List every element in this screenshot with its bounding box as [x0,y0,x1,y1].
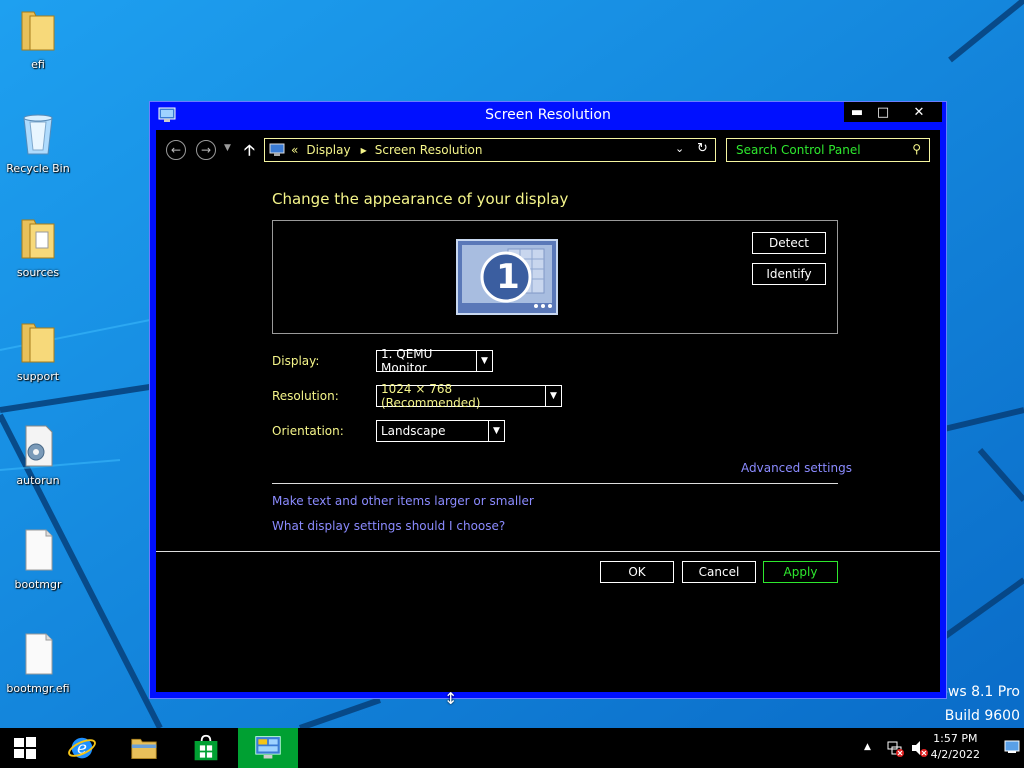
screen-resolution-window: Screen Resolution ▬ □ ✕ ← → ▼ 🡡 « Displa… [149,101,947,699]
desktop-icon-label: efi [31,58,45,71]
taskbar-clock[interactable]: 1:57 PM 4/2/2022 [931,731,980,763]
desktop-icon-label: autorun [16,474,60,487]
desktop-icon-sources[interactable]: sources [0,214,76,306]
text-size-link[interactable]: Make text and other items larger or smal… [272,494,534,508]
display-label: Display: [272,354,320,368]
window-content: ← → ▼ 🡡 « Display ▶ Screen Resolution ⌄ … [156,130,940,692]
desktop-icon-label: sources [16,266,60,279]
chevron-down-icon: ▼ [545,386,561,406]
display-help-link[interactable]: What display settings should I choose? [272,519,505,533]
recycle-bin-icon [23,114,53,155]
chevron-up-icon: ▲ [864,742,871,752]
search-input[interactable]: Search Control Panel ⚲ [726,138,930,162]
control-panel-icon [269,143,285,156]
chevron-down-icon: ▼ [488,421,504,441]
folder-icon [21,11,55,51]
desktop-icon-label: Recycle Bin [6,162,70,175]
recent-locations-dropdown[interactable]: ▼ [224,143,231,153]
detect-button[interactable]: Detect [752,232,826,254]
resolution-select-value: 1024 × 768 (Recommended) [381,382,481,410]
page-title: Change the appearance of your display [272,190,569,208]
os-watermark-edition: ows 8.1 Pro [939,684,1020,700]
display-select[interactable]: 1. QEMU Monitor ▼ [376,347,493,375]
folder-icon [21,323,55,363]
desktop-icon-label: support [16,370,60,383]
chevron-down-icon: ▼ [224,143,231,153]
control-panel-icon [255,736,281,759]
file-explorer-icon [131,738,157,759]
os-watermark-build: Build 9600 [944,708,1020,724]
start-button[interactable] [0,728,50,768]
volume-muted-icon [912,741,928,757]
file-icon [25,529,53,571]
orientation-label: Orientation: [272,424,344,438]
taskbar-internet-explorer[interactable]: e [52,728,112,768]
network-status-button[interactable] [886,739,904,760]
search-placeholder: Search Control Panel [736,143,861,157]
resolution-label: Resolution: [272,389,339,403]
show-hidden-icons-button[interactable]: ▲ [864,742,871,752]
arrow-right-icon: → [200,143,212,157]
desktop-icon-bootmgr[interactable]: bootmgr [0,526,76,618]
search-icon[interactable]: ⚲ [912,142,921,156]
taskbar-file-explorer[interactable] [114,728,174,768]
clock-date: 4/2/2022 [930,748,980,761]
breadcrumb-prefix: « [291,143,299,157]
desktop-icon-efi[interactable]: efi [0,6,76,98]
refresh-icon[interactable]: ↻ [697,141,708,156]
desktop-icon-label: bootmgr.efi [6,682,70,695]
monitor-number: 1 [496,257,520,297]
desktop-icon-autorun[interactable]: autorun [0,422,76,514]
apply-button[interactable]: Apply [763,561,838,583]
minimize-button[interactable]: ▬ [844,102,870,122]
identify-button[interactable]: Identify [752,263,826,285]
breadcrumb-display[interactable]: Display [306,143,350,157]
display-select-value: 1. QEMU Monitor [381,347,433,375]
ok-button[interactable]: OK [600,561,674,583]
desktop-icon-label: bootmgr [14,578,62,591]
orientation-select[interactable]: Landscape ▼ [376,420,505,442]
maximize-button[interactable]: □ [870,102,896,122]
window-title: Screen Resolution [485,107,611,123]
settings-file-icon [25,425,53,467]
folder-icon [21,219,55,259]
advanced-settings-link[interactable]: Advanced settings [741,461,852,475]
breadcrumb-separator-icon: ▶ [360,145,367,155]
store-icon [194,734,218,761]
resolution-select[interactable]: 1024 × 768 (Recommended) ▼ [376,382,562,410]
arrow-left-icon: ← [170,143,182,157]
taskbar-store[interactable] [176,728,236,768]
volume-button[interactable] [910,739,928,760]
taskbar: e ▲ 1:57 PM 4/2/2022 [0,728,1024,768]
forward-button[interactable]: → [196,140,216,160]
arrow-up-icon: 🡡 [244,141,255,159]
up-button[interactable]: 🡡 [244,140,255,165]
close-button[interactable]: ✕ [896,102,942,122]
network-disconnected-icon [887,741,904,757]
divider [272,483,838,484]
desktop-notification-icon [1004,740,1020,753]
clock-time: 1:57 PM [933,732,978,745]
address-dropdown-icon[interactable]: ⌄ [675,142,684,155]
desktop-icon-bootmgr-efi[interactable]: bootmgr.efi [0,630,76,722]
monitor-preview-area: 1 Detect Identify [272,220,838,334]
file-icon [25,633,53,675]
desktop-icon-recycle-bin[interactable]: Recycle Bin [0,110,76,202]
desktop-icon-support[interactable]: support [0,318,76,410]
cancel-button[interactable]: Cancel [682,561,756,583]
orientation-select-value: Landscape [381,424,446,438]
resize-cursor-icon: ↕ [444,689,458,708]
footer-divider [156,551,940,552]
address-bar[interactable]: « Display ▶ Screen Resolution ⌄ ↻ [264,138,716,162]
internet-explorer-icon: e [68,738,96,759]
back-button[interactable]: ← [166,140,186,160]
windows-logo-icon [14,737,36,759]
breadcrumb-screen-resolution[interactable]: Screen Resolution [375,143,483,157]
chevron-down-icon: ▼ [476,351,492,371]
action-center-button[interactable] [1004,740,1020,757]
window-titlebar[interactable]: Screen Resolution ▬ □ ✕ [150,102,946,130]
taskbar-control-panel-active[interactable] [238,728,298,768]
